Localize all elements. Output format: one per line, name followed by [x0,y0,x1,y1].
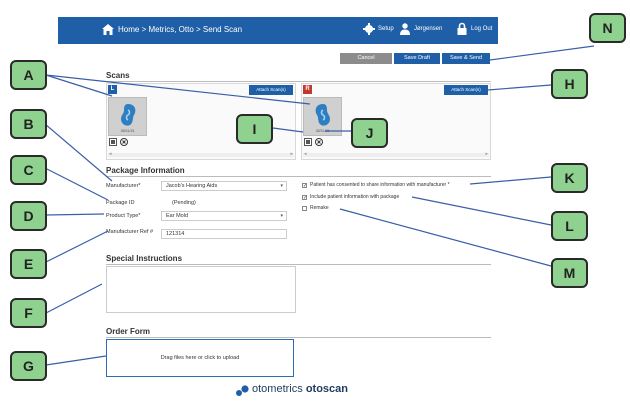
home-icon[interactable] [102,24,114,35]
instructions-divider [106,264,491,265]
special-instructions-heading: Special Instructions [106,254,183,263]
scroll-right-arrow-icon[interactable]: ▸ [485,151,488,157]
right-scan-date: 08/31/15 [315,129,330,133]
manufacturer-ref-input[interactable]: 121314 [161,229,287,239]
manufacturer-value: Jacob's Hearing Aids [166,183,218,189]
package-information-heading: Package Information [106,166,185,175]
manufacturer-label: Manufacturer* [106,183,141,189]
lock-icon[interactable] [457,22,467,35]
file-upload-dropzone[interactable]: Drag files here or click to upload [106,339,294,377]
right-panel-scrollbar[interactable]: ◂ ▸ [303,151,489,157]
scans-heading: Scans [106,71,130,80]
callout-label: I [236,114,273,144]
remove-scan-icon[interactable] [120,138,128,146]
scans-divider [106,81,491,82]
include-patient-checkbox[interactable]: ✓ [302,195,307,201]
view-scan-icon[interactable] [304,138,312,146]
left-ear-badge: L [108,85,117,94]
save-and-send-button[interactable]: Save & Send [442,53,490,64]
order-form-heading: Order Form [106,327,151,336]
remove-scan-icon[interactable] [315,138,323,146]
callout-label: F [10,298,47,328]
product-type-value: Ear Mold [166,213,189,219]
callout-label: L [551,211,588,241]
scroll-right-arrow-icon[interactable]: ▸ [290,151,293,157]
left-scan-date: 08/31/15 [120,129,135,133]
gear-icon[interactable] [363,23,375,35]
callout-label: E [10,249,47,279]
otometrics-logo-icon [236,385,249,396]
setup-link[interactable]: Setup [378,26,394,32]
special-instructions-textarea[interactable] [106,266,296,313]
attach-left-scan-button[interactable]: Attach Scan(s) [249,85,293,95]
user-name[interactable]: Jørgensen [414,26,442,32]
right-ear-badge: R [303,85,312,94]
ear-scan-icon [121,104,136,126]
view-scan-icon[interactable] [109,138,117,146]
save-draft-button[interactable]: Save Draft [394,53,440,64]
attach-right-scan-button[interactable]: Attach Scan(s) [444,85,488,95]
chevron-down-icon: ▾ [280,213,283,219]
cancel-button[interactable]: Cancel [340,53,392,64]
breadcrumb[interactable]: Home > Metrics, Otto > Send Scan [118,25,242,34]
package-id-label: Package ID [106,200,135,206]
right-ear-scan-panel: R Attach Scan(s) 08/31/15 ◂ ▸ [301,83,491,160]
ear-scan-icon [315,104,330,126]
callout-label: G [10,351,47,381]
top-navigation-bar: Home > Metrics, Otto > Send Scan Setup J… [58,17,498,44]
manufacturer-select[interactable]: Jacob's Hearing Aids ▾ [161,181,287,191]
remake-checkbox[interactable] [302,206,307,211]
footer-logo: otometrics otoscan [252,383,348,395]
callout-label: K [551,163,588,193]
left-panel-scrollbar[interactable]: ◂ ▸ [108,151,294,157]
user-icon[interactable] [400,23,410,35]
product-type-label: Product Type* [106,213,141,219]
callout-label: H [551,69,588,99]
manufacturer-ref-label: Manufacturer Ref # [106,229,154,235]
scroll-left-arrow-icon[interactable]: ◂ [109,151,112,157]
consent-label: Patient has consented to share informati… [310,182,450,188]
callout-label: M [551,258,588,288]
package-divider [106,176,491,177]
callout-label: C [10,155,47,185]
logo-brand: otometrics [252,383,303,395]
callout-label: D [10,201,47,231]
logout-link[interactable]: Log Out [471,26,492,32]
consent-checkbox[interactable]: ✓ [302,183,307,189]
package-id-value: (Pending) [172,200,196,206]
order-form-divider [106,337,491,338]
logo-product: otoscan [305,383,348,395]
callout-label: B [10,109,47,139]
left-scan-thumbnail[interactable]: 08/31/15 [108,97,147,136]
include-patient-label: Include patient information with package [310,194,400,200]
callout-label: N [589,13,626,43]
scroll-left-arrow-icon[interactable]: ◂ [304,151,307,157]
right-scan-thumbnail[interactable]: 08/31/15 [303,97,342,136]
callout-label: A [10,60,47,90]
product-type-select[interactable]: Ear Mold ▾ [161,211,287,221]
chevron-down-icon: ▾ [280,183,283,189]
callout-label: J [351,118,388,148]
callout-pointer-lines [44,45,595,366]
remake-label: Remake [310,205,329,211]
